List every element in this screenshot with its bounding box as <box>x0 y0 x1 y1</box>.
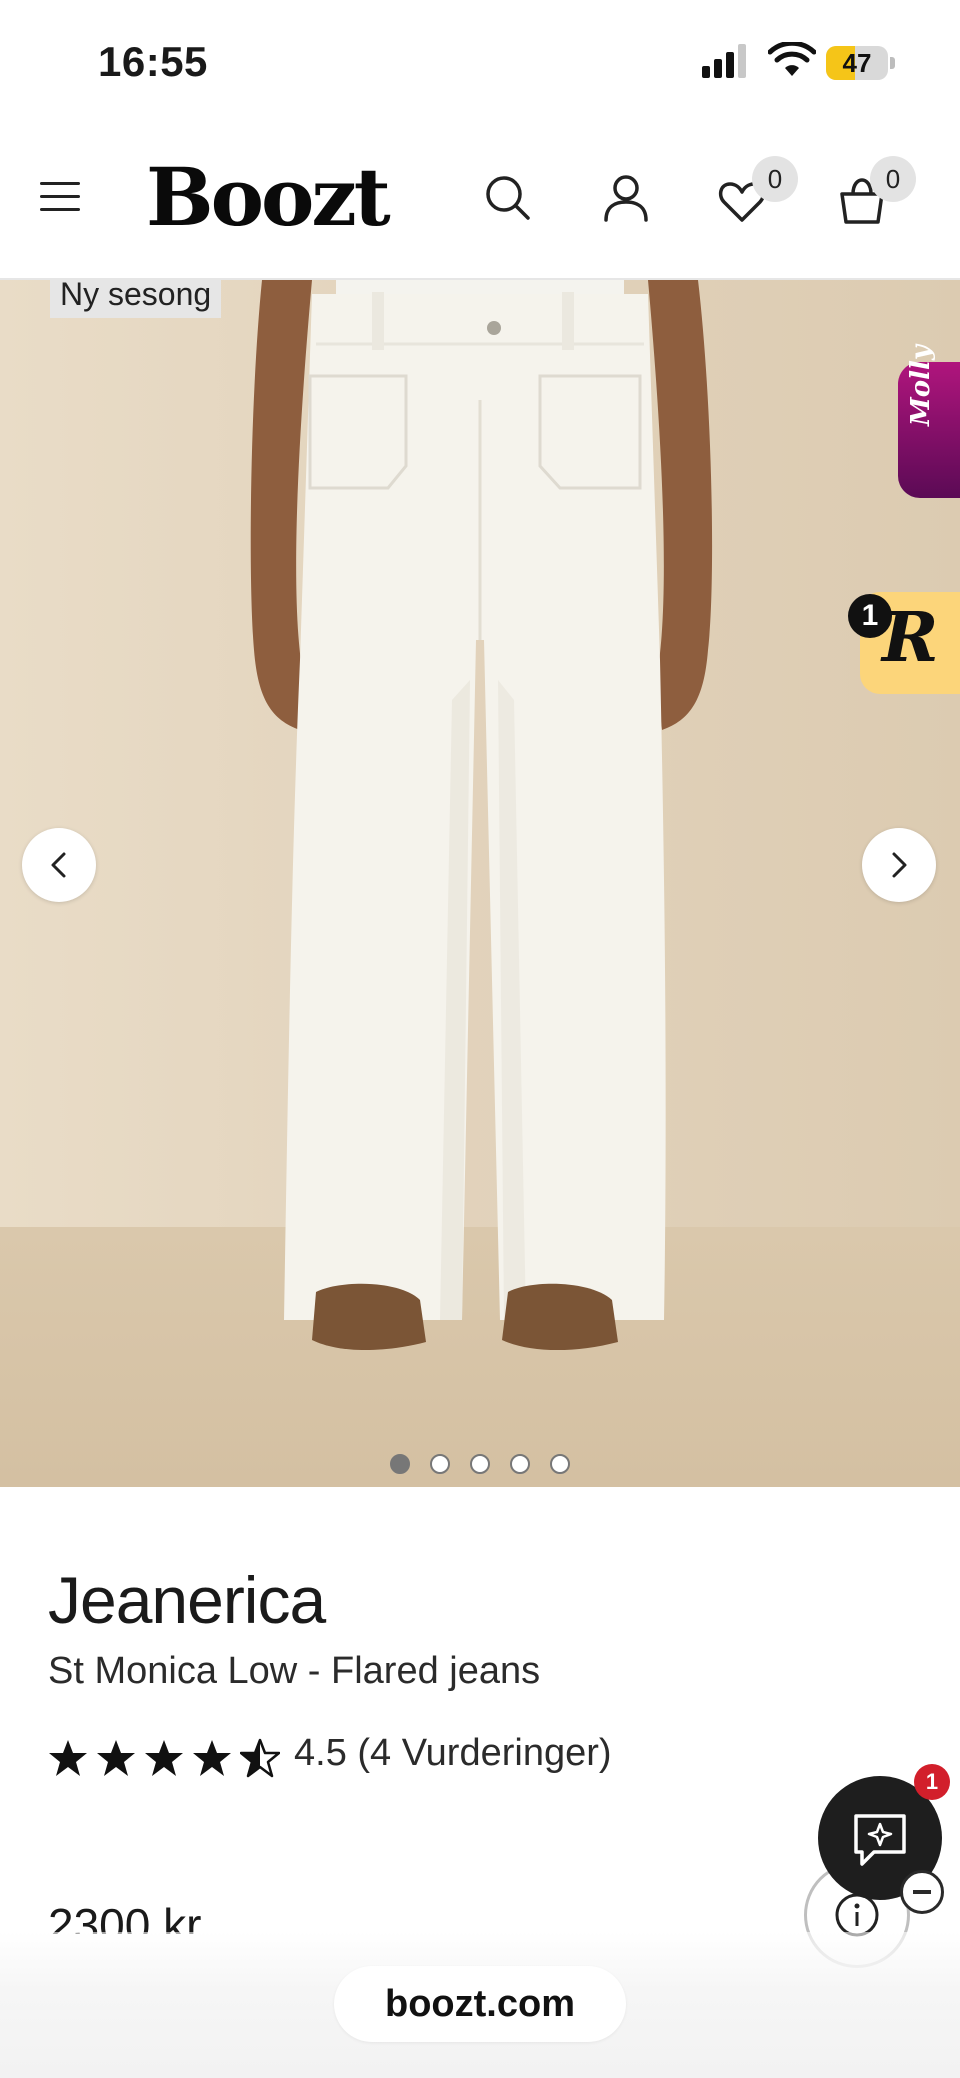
star-full-icon <box>145 1740 183 1776</box>
pagination-dot[interactable] <box>470 1454 490 1474</box>
browser-url-pill[interactable]: boozt.com <box>334 1966 626 2042</box>
pagination-dot[interactable] <box>390 1454 410 1474</box>
previous-image-button[interactable] <box>22 828 96 902</box>
wifi-icon <box>768 42 816 76</box>
star-half-icon <box>240 1738 280 1778</box>
r-widget-badge: 1 <box>848 594 892 638</box>
battery-body: 47 <box>826 46 888 80</box>
search-icon[interactable] <box>482 172 534 224</box>
chevron-right-icon <box>892 852 907 878</box>
product-price: 2300 kr <box>48 1899 202 1934</box>
cart-count-badge: 0 <box>870 156 916 202</box>
user-icon[interactable] <box>600 172 652 224</box>
star-full-icon <box>193 1740 231 1776</box>
star-full-icon <box>97 1740 135 1776</box>
site-header: Boozt 0 0 <box>0 120 960 280</box>
status-bar: 16:55 47 <box>0 0 960 120</box>
pagination-dot[interactable] <box>510 1454 530 1474</box>
menu-icon[interactable] <box>40 182 80 214</box>
chat-notification-badge: 1 <box>914 1764 950 1800</box>
status-time: 16:55 <box>98 38 208 85</box>
chat-minimize-button[interactable] <box>900 1870 944 1914</box>
battery-indicator: 47 <box>826 46 896 80</box>
pagination-dot[interactable] <box>550 1454 570 1474</box>
molly-label: Molly <box>906 345 936 426</box>
product-name: St Monica Low - Flared jeans <box>48 1650 541 1692</box>
cellular-signal-icon <box>702 44 746 78</box>
molly-widget-tab[interactable]: Molly <box>898 345 960 498</box>
wishlist-count-badge: 0 <box>752 156 798 202</box>
battery-level: 47 <box>842 48 872 78</box>
pagination-dot[interactable] <box>430 1454 450 1474</box>
site-logo[interactable]: Boozt <box>146 150 391 244</box>
rating-text: 4.5 (4 Vurderinger) <box>294 1732 612 1774</box>
battery-nub <box>890 57 895 69</box>
next-image-button[interactable] <box>862 828 936 902</box>
star-full-icon <box>49 1740 87 1776</box>
product-photo <box>250 280 713 1351</box>
product-brand[interactable]: Jeanerica <box>48 1562 326 1638</box>
product-image-gallery[interactable]: Ny sesong Molly R 1 <box>0 280 960 1487</box>
new-season-tag: Ny sesong <box>50 280 222 318</box>
chevron-left-icon <box>51 852 66 878</box>
